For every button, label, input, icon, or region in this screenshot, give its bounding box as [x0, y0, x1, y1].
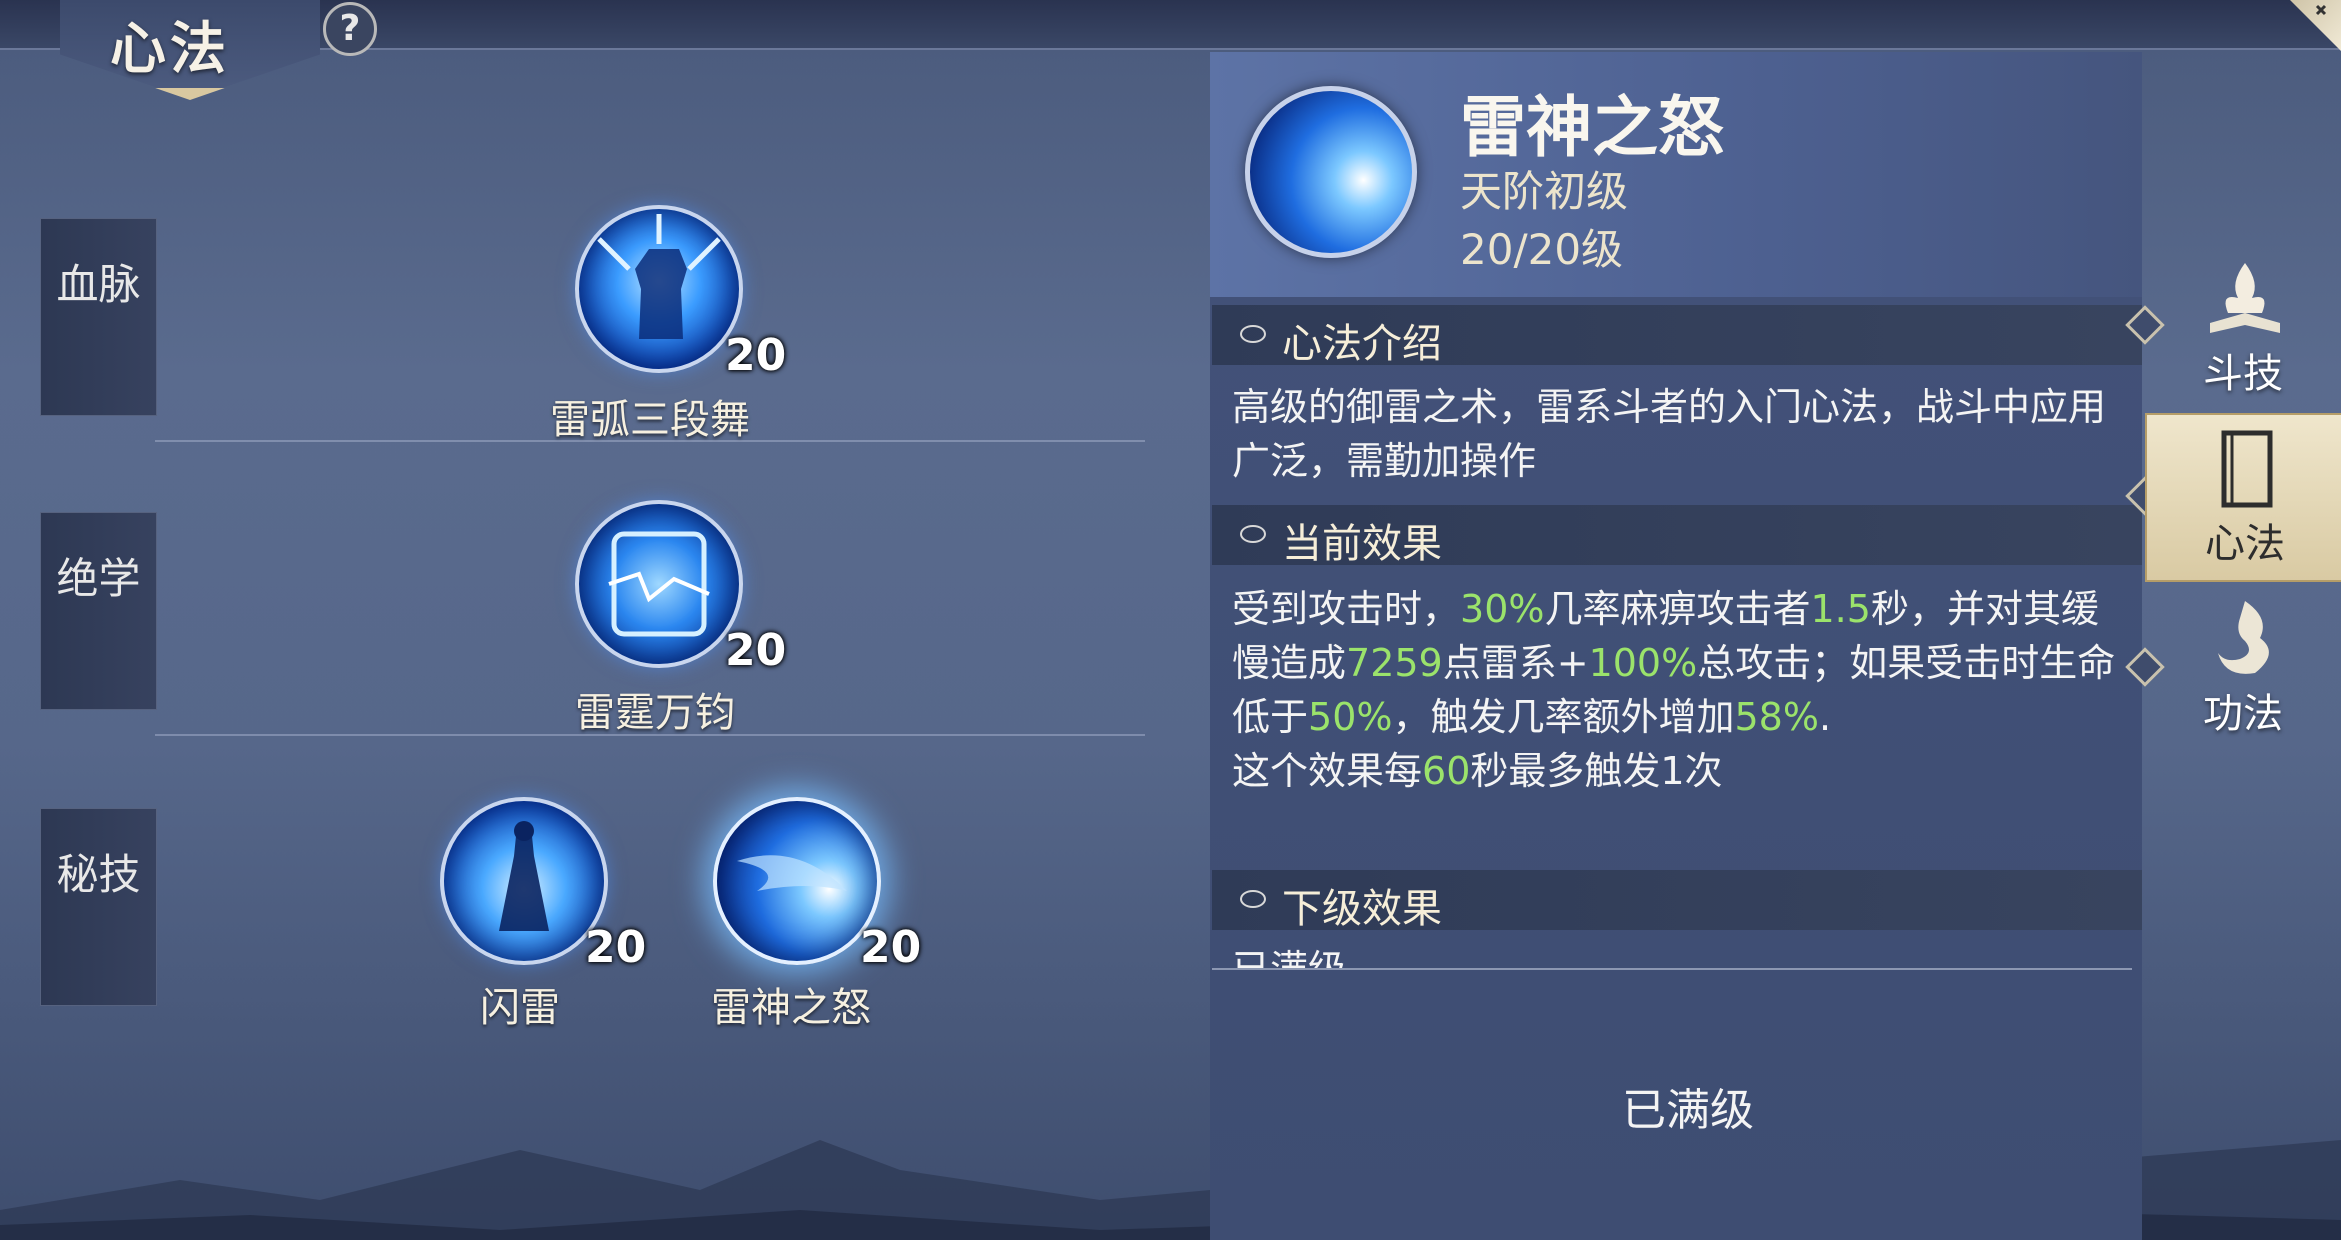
scroll-area-bottom-border — [1212, 968, 2132, 970]
skill-name: 雷霆万钧 — [575, 690, 735, 736]
section-header-intro: 心法介绍 — [1212, 305, 2142, 367]
lightning-figure-icon — [440, 797, 608, 965]
section-title: 当前效果 — [1282, 521, 1442, 567]
skill-level: 20 — [725, 330, 787, 381]
diamond-icon — [1240, 525, 1266, 543]
detail-skill-level: 20/20级 — [1460, 225, 1624, 274]
section-header-current: 当前效果 — [1212, 505, 2142, 567]
max-level-label: 已满级 — [1622, 1085, 1754, 1136]
book-icon — [2202, 423, 2292, 513]
current-effect-text: 受到攻击时，30%几率麻痹攻击者1.5秒，并对其缓慢造成7259点雷系+100%… — [1232, 587, 2116, 793]
nav-tab-combat-skill[interactable]: 斗技 — [2145, 245, 2341, 410]
blue-comet-icon — [713, 797, 881, 965]
diamond-icon — [1240, 325, 1266, 343]
close-icon[interactable] — [2300, 4, 2330, 34]
skill-name: 雷弧三段舞 — [550, 397, 750, 443]
section-header-next: 下级效果 — [1212, 870, 2142, 932]
page-title: 心法 — [110, 17, 230, 82]
row-tab-label-2: 绝学 — [56, 554, 141, 603]
flame-book-icon — [2200, 253, 2290, 343]
lightning-cylinder-icon — [575, 500, 743, 668]
section-title: 下级效果 — [1282, 886, 1442, 932]
skill-level: 20 — [585, 922, 647, 973]
skill-level: 20 — [860, 922, 922, 973]
detail-skill-grade: 天阶初级 — [1460, 167, 1629, 216]
diamond-icon — [1240, 890, 1266, 908]
lightning-fist-icon — [575, 205, 743, 373]
detail-skill-icon — [1245, 86, 1417, 258]
skill-level: 20 — [725, 625, 787, 676]
row-tab-ultimate[interactable]: 绝学 — [40, 512, 157, 710]
row-tab-secret[interactable]: 秘技 — [40, 808, 157, 1006]
nav-tab-label: 功法 — [2203, 691, 2283, 737]
nav-tab-label: 心法 — [2205, 521, 2285, 567]
row-tab-label-3: 秘技 — [56, 850, 141, 899]
nav-tab-mind-method[interactable]: 心法 — [2145, 413, 2341, 582]
row-tab-label-1: 血脉 — [56, 260, 141, 309]
nav-tab-cultivation[interactable]: 功法 — [2145, 585, 2341, 750]
detail-skill-name: 雷神之怒 — [1460, 89, 1724, 166]
section-title: 心法介绍 — [1282, 321, 1442, 367]
swirl-flame-icon — [2200, 593, 2290, 683]
next-effect-text: 已满级 — [1232, 947, 1347, 970]
row-tab-bloodline[interactable]: 血脉 — [40, 218, 157, 416]
intro-text: 高级的御雷之术，雷系斗者的入门心法，战斗中应用广泛，需勤加操作 — [1232, 385, 2107, 483]
skill-name: 闪雷 — [480, 985, 560, 1031]
nav-tab-label: 斗技 — [2203, 351, 2283, 397]
skill-name: 雷神之怒 — [711, 985, 871, 1031]
help-button[interactable]: ? — [323, 2, 377, 56]
